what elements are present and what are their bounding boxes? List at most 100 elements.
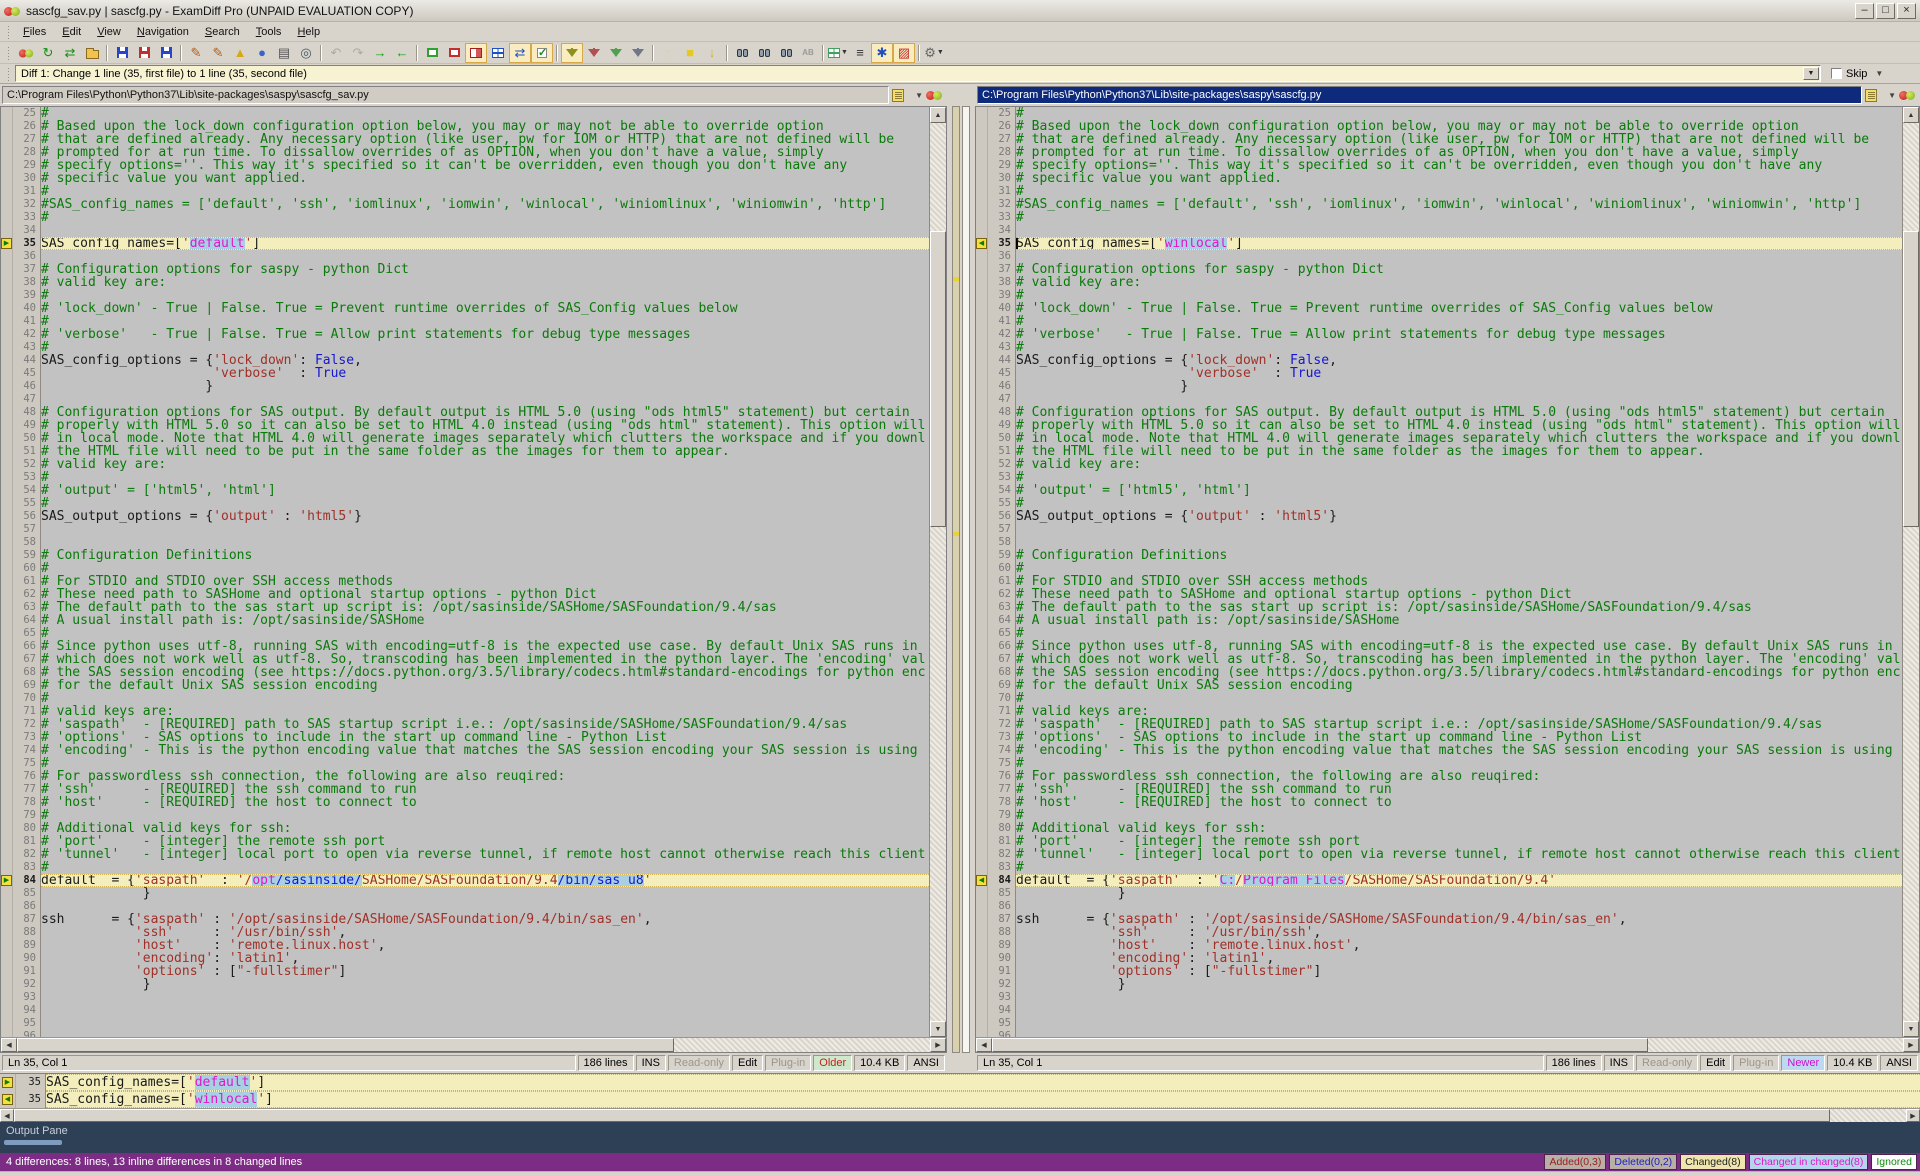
- scroll-down-icon[interactable]: ▼: [1903, 1021, 1919, 1037]
- diff-marker-column: [1, 406, 13, 419]
- filter-find-icon[interactable]: [627, 43, 649, 63]
- menu-navigation[interactable]: Navigation: [129, 24, 197, 40]
- find-prev-icon[interactable]: [775, 43, 797, 63]
- undo-icon[interactable]: ↶: [325, 43, 347, 63]
- menu-view[interactable]: View: [89, 24, 129, 40]
- legend-deleted-0-2-[interactable]: Deleted(0,2): [1609, 1154, 1677, 1170]
- header-dropdown-icon[interactable]: ▼: [1888, 91, 1896, 100]
- save-composite-second-icon[interactable]: ●: [251, 43, 273, 63]
- diffbar-grip-icon[interactable]: [7, 67, 10, 81]
- examdiff-icon[interactable]: [1899, 88, 1915, 102]
- edit-first-file-icon[interactable]: ✎: [185, 43, 207, 63]
- options-icon[interactable]: ⚙▼: [923, 43, 945, 63]
- menu-edit[interactable]: Edit: [54, 24, 89, 40]
- recompare-icon[interactable]: ↻: [37, 43, 59, 63]
- legend-changed-8-[interactable]: Changed(8): [1680, 1154, 1745, 1170]
- filter-add-icon[interactable]: [605, 43, 627, 63]
- diff-map-bar-secondary[interactable]: [962, 106, 970, 1053]
- edit-mode-icon[interactable]: ▨: [893, 43, 915, 63]
- copy-diff-arrow-icon[interactable]: ▶: [1, 238, 12, 249]
- open-files-icon[interactable]: [81, 43, 103, 63]
- display-options-icon[interactable]: ▼: [827, 43, 849, 63]
- redo-icon[interactable]: ↷: [347, 43, 369, 63]
- save-second-file-icon[interactable]: [133, 43, 155, 63]
- auto-recompare-icon[interactable]: [531, 43, 553, 63]
- copy-file-icon[interactable]: [1865, 89, 1877, 102]
- skip-checkbox-wrap[interactable]: Skip: [1831, 68, 1867, 80]
- minimize-button[interactable]: –: [1855, 3, 1874, 19]
- current-diff-combobox[interactable]: Diff 1: Change 1 line (35, first file) t…: [15, 65, 1821, 82]
- second-file-horizontal-scrollbar[interactable]: ◀ ▶: [975, 1037, 1920, 1053]
- copy-diff-arrow-icon[interactable]: ◀: [2, 1094, 13, 1105]
- toolbar-grip-icon[interactable]: [7, 46, 10, 60]
- skip-checkbox[interactable]: [1831, 68, 1842, 79]
- filter-remove-icon[interactable]: [583, 43, 605, 63]
- print-preview-icon[interactable]: ◎: [295, 43, 317, 63]
- menu-files[interactable]: Files: [15, 24, 54, 40]
- legend-ignored[interactable]: Ignored: [1871, 1154, 1917, 1170]
- save-first-file-icon[interactable]: [111, 43, 133, 63]
- first-file-code-area[interactable]: 25#26# Based upon the lock_down configur…: [1, 107, 929, 1037]
- diff-detail-row[interactable]: ▶35SAS_config_names=['default']: [0, 1074, 1920, 1091]
- edit-second-file-icon[interactable]: ✎: [207, 43, 229, 63]
- scroll-up-icon[interactable]: ▲: [1903, 107, 1919, 123]
- copy-file-icon[interactable]: [892, 89, 904, 102]
- second-file-path[interactable]: C:\Program Files\Python\Python37\Lib\sit…: [977, 86, 1862, 104]
- header-dropdown-icon[interactable]: ▼: [915, 91, 923, 100]
- scroll-left-icon[interactable]: ◀: [1, 1038, 17, 1052]
- second-file-vertical-scrollbar[interactable]: ▲ ▼: [1902, 107, 1919, 1037]
- scroll-down-icon[interactable]: ▼: [930, 1021, 946, 1037]
- copy-diff-arrow-icon[interactable]: ◀: [976, 238, 987, 249]
- current-diff-icon[interactable]: ■: [679, 43, 701, 63]
- filter-all-icon[interactable]: [561, 43, 583, 63]
- legend-changed-in-changed-8-[interactable]: Changed in changed(8): [1749, 1154, 1869, 1170]
- copy-block-right-icon[interactable]: →: [369, 43, 391, 63]
- print-icon[interactable]: ▤: [273, 43, 295, 63]
- replace-icon[interactable]: AB: [797, 43, 819, 63]
- show-all-lines-icon[interactable]: [487, 43, 509, 63]
- first-file-horizontal-scrollbar[interactable]: ◀ ▶: [0, 1037, 947, 1053]
- combobox-dropdown-icon[interactable]: ▼: [1803, 67, 1819, 80]
- maximize-button[interactable]: □: [1876, 3, 1895, 19]
- menu-tools[interactable]: Tools: [248, 24, 290, 40]
- legend-added-0-3-[interactable]: Added(0,3): [1544, 1154, 1606, 1170]
- pane-splitter[interactable]: [947, 84, 975, 1053]
- scroll-right-icon[interactable]: ▶: [1906, 1109, 1920, 1122]
- show-deleted-lines-icon[interactable]: [443, 43, 465, 63]
- scroll-right-icon[interactable]: ▶: [930, 1038, 946, 1052]
- diffbar-overflow-chevron-icon[interactable]: ▼: [1875, 69, 1883, 78]
- previous-diff-icon[interactable]: ↑: [657, 43, 679, 63]
- find-icon[interactable]: [731, 43, 753, 63]
- output-pane-scroll-chip[interactable]: [4, 1140, 62, 1145]
- menu-help[interactable]: Help: [289, 24, 328, 40]
- save-all-icon[interactable]: [155, 43, 177, 63]
- show-identical-lines-icon[interactable]: [421, 43, 443, 63]
- next-diff-icon[interactable]: ↓: [701, 43, 723, 63]
- scroll-left-icon[interactable]: ◀: [0, 1109, 14, 1122]
- scroll-up-icon[interactable]: ▲: [930, 107, 946, 123]
- diff-map-bar[interactable]: [952, 106, 960, 1053]
- find-next-icon[interactable]: [753, 43, 775, 63]
- detail-pane-scrollbar[interactable]: ◀ ▶: [0, 1108, 1920, 1122]
- show-changed-lines-icon[interactable]: [465, 43, 487, 63]
- examdiff-icon[interactable]: [926, 88, 942, 102]
- first-file-path[interactable]: C:\Program Files\Python\Python37\Lib\sit…: [2, 86, 889, 104]
- copy-diff-arrow-icon[interactable]: ▶: [1, 875, 12, 886]
- copy-diff-arrow-icon[interactable]: ▶: [2, 1077, 13, 1088]
- menu-grip-icon[interactable]: [7, 25, 10, 39]
- save-composite-first-icon[interactable]: ▲: [229, 43, 251, 63]
- diff-detail-row[interactable]: ◀35SAS_config_names=['winlocal']: [0, 1091, 1920, 1108]
- second-file-code-area[interactable]: 25#26# Based upon the lock_down configur…: [976, 107, 1902, 1037]
- menu-search[interactable]: Search: [197, 24, 248, 40]
- plugins-icon[interactable]: ✱: [871, 43, 893, 63]
- scroll-right-icon[interactable]: ▶: [1903, 1038, 1919, 1052]
- synchronize-panes-icon[interactable]: ⇄: [509, 43, 531, 63]
- examdiff-compare-icon[interactable]: [15, 43, 37, 63]
- copy-diff-arrow-icon[interactable]: ◀: [976, 875, 987, 886]
- close-button[interactable]: ×: [1897, 3, 1916, 19]
- first-file-vertical-scrollbar[interactable]: ▲ ▼: [929, 107, 946, 1037]
- copy-block-left-icon[interactable]: ←: [391, 43, 413, 63]
- line-inspector-icon[interactable]: ≡: [849, 43, 871, 63]
- recompare-swapped-icon[interactable]: ⇄: [59, 43, 81, 63]
- scroll-left-icon[interactable]: ◀: [976, 1038, 992, 1052]
